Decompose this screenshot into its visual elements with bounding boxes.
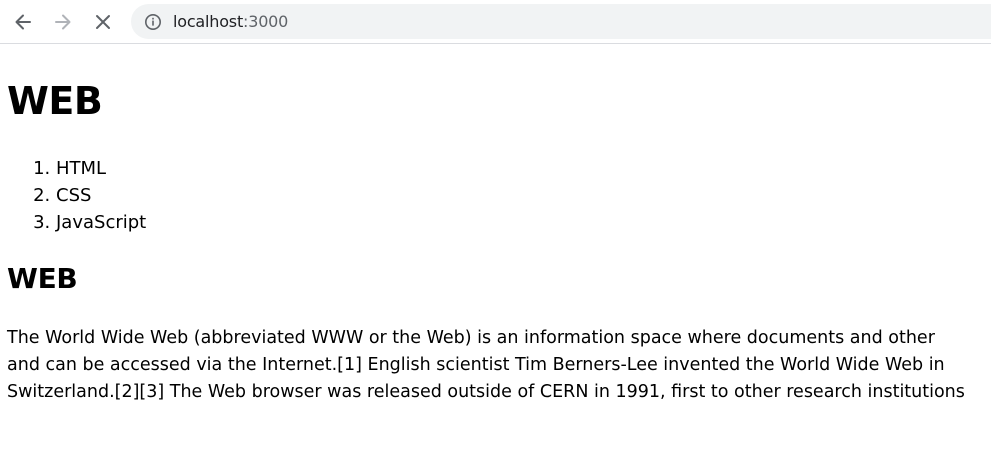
section-title: WEB bbox=[7, 262, 78, 295]
list-item: JavaScript bbox=[56, 209, 146, 236]
stop-button[interactable] bbox=[87, 6, 119, 38]
paragraph-line: and can be accessed via the Internet.[1]… bbox=[7, 355, 945, 375]
browser-toolbar: localhost:3000 bbox=[0, 0, 991, 44]
forward-button[interactable] bbox=[47, 6, 79, 38]
page-title: WEB bbox=[7, 79, 103, 123]
page-content: WEB HTML CSS JavaScript WEB The World Wi… bbox=[0, 45, 991, 472]
address-bar[interactable]: localhost:3000 bbox=[131, 4, 991, 39]
topic-list: HTML CSS JavaScript bbox=[0, 155, 146, 236]
list-item: HTML bbox=[56, 155, 146, 182]
arrow-left-icon bbox=[15, 14, 31, 30]
info-icon[interactable] bbox=[144, 13, 162, 31]
list-item: CSS bbox=[56, 182, 146, 209]
url-host: localhost bbox=[173, 12, 244, 31]
close-icon bbox=[96, 15, 110, 29]
back-button[interactable] bbox=[7, 6, 39, 38]
url-port: :3000 bbox=[243, 12, 289, 31]
url-text[interactable]: localhost:3000 bbox=[173, 12, 288, 31]
paragraph-line: Switzerland.[2][3] The Web browser was r… bbox=[7, 382, 965, 402]
body-paragraph: The World Wide Web (abbreviated WWW or t… bbox=[7, 325, 991, 406]
paragraph-line: The World Wide Web (abbreviated WWW or t… bbox=[7, 328, 935, 348]
arrow-right-icon bbox=[55, 14, 71, 30]
